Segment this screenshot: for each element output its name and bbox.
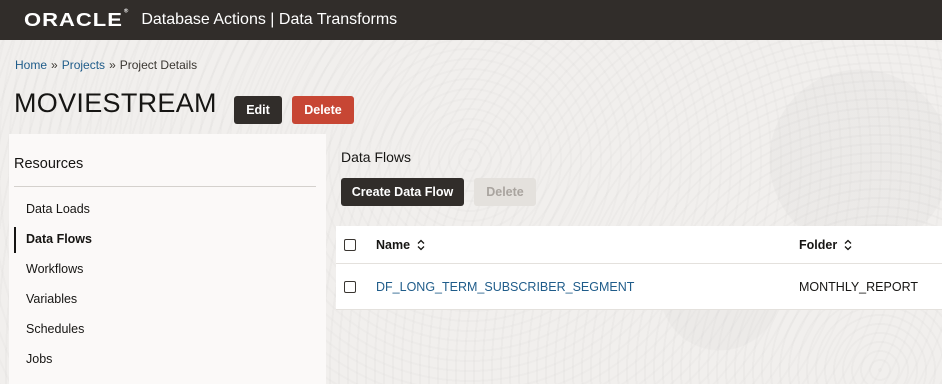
row-checkbox[interactable] — [344, 280, 356, 293]
select-all-checkbox[interactable] — [344, 238, 356, 251]
sidebar-item-data-flows[interactable]: Data Flows — [9, 224, 326, 254]
delete-data-flow-button[interactable]: Delete — [474, 178, 536, 206]
resources-sidebar: Resources Data Loads Data Flows Workflow… — [9, 134, 326, 384]
sort-icon[interactable] — [844, 239, 852, 251]
breadcrumb-projects[interactable]: Projects — [62, 58, 105, 72]
sidebar-heading: Resources — [14, 156, 84, 172]
delete-project-button[interactable]: Delete — [292, 96, 354, 124]
column-header-name[interactable]: Name — [376, 238, 425, 252]
sidebar-item-variables[interactable]: Variables — [9, 284, 326, 314]
sidebar-divider — [14, 186, 316, 187]
page-title: MOVIESTREAM — [14, 88, 217, 118]
data-flows-table: Name Folder DF_LONG_TERM_SUBSCRIBER_SEGM… — [336, 226, 942, 310]
breadcrumb-current: Project Details — [119, 58, 198, 72]
oracle-logo[interactable]: ORACLE® — [24, 9, 129, 31]
breadcrumb-separator: » — [51, 58, 58, 72]
sidebar-item-workflows[interactable]: Workflows — [9, 254, 326, 284]
sidebar-item-schedules[interactable]: Schedules — [9, 314, 326, 344]
data-flow-folder: MONTHLY_REPORT — [799, 279, 919, 294]
app-title: Database Actions | Data Transforms — [141, 11, 398, 28]
sidebar-nav: Data Loads Data Flows Workflows Variable… — [9, 194, 326, 374]
breadcrumb: Home» Projects» Project Details — [15, 58, 197, 72]
breadcrumb-separator: » — [109, 58, 116, 72]
sidebar-item-data-loads[interactable]: Data Loads — [9, 194, 326, 224]
section-title: Data Flows — [341, 149, 412, 165]
sidebar-item-jobs[interactable]: Jobs — [9, 344, 326, 374]
table-row[interactable]: DF_LONG_TERM_SUBSCRIBER_SEGMENT MONTHLY_… — [336, 264, 942, 310]
column-header-folder[interactable]: Folder — [799, 238, 852, 252]
table-header: Name Folder — [336, 226, 942, 264]
breadcrumb-home[interactable]: Home — [15, 58, 47, 72]
edit-button[interactable]: Edit — [234, 96, 282, 124]
top-bar: ORACLE® Database Actions | Data Transfor… — [0, 0, 942, 40]
data-flow-name-link[interactable]: DF_LONG_TERM_SUBSCRIBER_SEGMENT — [376, 280, 634, 294]
create-data-flow-button[interactable]: Create Data Flow — [341, 178, 464, 206]
sort-icon[interactable] — [417, 239, 425, 251]
